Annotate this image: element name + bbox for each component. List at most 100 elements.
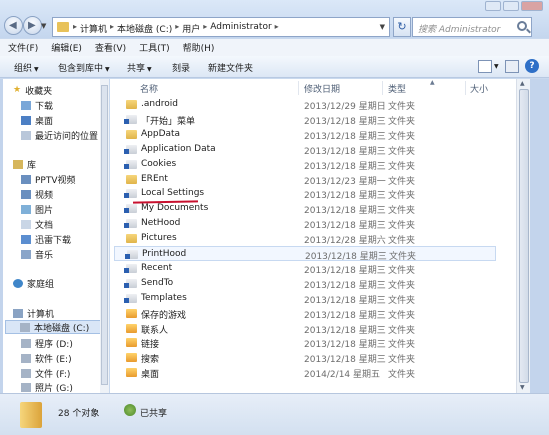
file-row[interactable]: 链接 2013/12/18 星期三 文件夹	[114, 335, 496, 350]
column-header-type[interactable]: 类型	[388, 82, 406, 95]
file-row[interactable]: PrintHood 2013/12/18 星期三 文件夹	[114, 246, 496, 262]
address-bar[interactable]: ▸ 计算机 ▸ 本地磁盘 (C:) ▸ 用户 ▸ Administrator ▸…	[52, 17, 390, 37]
folder-link-icon	[124, 293, 137, 303]
file-row[interactable]: My Documents 2013/12/18 星期三 文件夹	[114, 201, 496, 216]
drive-icon	[21, 338, 31, 348]
folder-icon	[126, 174, 137, 184]
nav-item-documents[interactable]: 文档	[21, 217, 53, 231]
column-header-name[interactable]: 名称	[140, 82, 158, 95]
nav-item-drive-g[interactable]: 照片 (G:)	[21, 380, 73, 394]
file-row[interactable]: AppData 2013/12/18 星期三 文件夹	[114, 127, 496, 142]
new-folder-button[interactable]: 新建文件夹	[208, 61, 253, 74]
nav-item-videos[interactable]: 视频	[21, 187, 53, 201]
file-row[interactable]: Application Data 2013/12/18 星期三 文件夹	[114, 142, 496, 157]
recent-pages-dropdown-icon[interactable]: ▼	[41, 22, 46, 30]
menu-tools[interactable]: 工具(T)	[139, 41, 170, 54]
file-row[interactable]: Cookies 2013/12/18 星期三 文件夹	[114, 157, 496, 172]
file-date: 2013/12/18 星期三	[304, 221, 386, 232]
menu-bar: 文件(F) 编辑(E) 查看(V) 工具(T) 帮助(H)	[0, 39, 549, 56]
folder-icon	[126, 100, 137, 109]
breadcrumb-computer[interactable]: 计算机	[80, 22, 107, 35]
file-list-scrollbar[interactable]: ▲ ▼	[516, 79, 530, 393]
breadcrumb: ▸ 计算机 ▸ 本地磁盘 (C:) ▸ 用户 ▸ Administrator ▸	[73, 22, 279, 35]
file-date: 2013/12/18 星期三	[304, 340, 386, 351]
nav-item-music[interactable]: 音乐	[21, 247, 53, 261]
menu-help[interactable]: 帮助(H)	[183, 41, 215, 54]
nav-item-desktop[interactable]: 桌面	[21, 113, 53, 127]
computer-header[interactable]: 计算机	[13, 306, 54, 320]
nav-item-drive-f[interactable]: 文件 (F:)	[21, 366, 70, 380]
back-button[interactable]: ◀	[4, 16, 23, 35]
nav-item-drive-d[interactable]: 程序 (D:)	[21, 336, 73, 350]
search-input[interactable]: 搜索 Administrator	[412, 17, 532, 37]
breadcrumb-drive-c[interactable]: 本地磁盘 (C:)	[117, 22, 172, 35]
file-row[interactable]: NetHood 2013/12/18 星期三 文件夹	[114, 216, 496, 231]
close-button[interactable]	[521, 1, 543, 11]
forward-button[interactable]: ▶	[23, 16, 42, 35]
menu-file[interactable]: 文件(F)	[8, 41, 38, 54]
command-toolbar: 组织 ▼ 包含到库中 ▼ 共享 ▼ 刻录 新建文件夹 ▼ ?	[0, 56, 549, 78]
file-row[interactable]: Local Settings 2013/12/18 星期三 文件夹	[114, 186, 496, 201]
maximize-button[interactable]	[503, 1, 519, 11]
nav-item-downloads[interactable]: 下载	[21, 98, 53, 112]
change-view-icon[interactable]	[478, 60, 492, 73]
search-icon[interactable]	[517, 21, 527, 31]
chevron-down-icon: ▼	[147, 66, 152, 73]
file-name: EREnt	[141, 173, 168, 184]
file-row[interactable]: .android 2013/12/29 星期日 文件夹	[114, 97, 496, 112]
file-row[interactable]: 联系人 2013/12/18 星期三 文件夹	[114, 321, 496, 336]
navigation-scrollbar[interactable]	[100, 79, 109, 393]
column-header-date[interactable]: 修改日期	[304, 82, 340, 95]
file-row[interactable]: Pictures 2013/12/28 星期六 文件夹	[114, 231, 496, 246]
file-type: 文件夹	[388, 206, 416, 217]
homegroup-header[interactable]: 家庭组	[13, 276, 54, 290]
menu-edit[interactable]: 编辑(E)	[51, 41, 82, 54]
file-name: .android	[141, 99, 179, 109]
scrollbar-thumb[interactable]	[519, 89, 529, 383]
minimize-button[interactable]	[485, 1, 501, 11]
file-name: 桌面	[141, 370, 160, 381]
nav-item-drive-c[interactable]: 本地磁盘 (C:)	[5, 320, 101, 334]
nav-item-thunder-downloads[interactable]: 迅雷下载	[21, 232, 71, 246]
nav-item-pictures[interactable]: 图片	[21, 202, 53, 216]
refresh-button[interactable]: ↻	[393, 17, 411, 37]
address-dropdown-icon[interactable]: ▼	[380, 23, 385, 31]
file-row[interactable]: Templates 2013/12/18 星期三 文件夹	[114, 291, 496, 306]
scroll-down-icon[interactable]: ▼	[520, 384, 525, 391]
file-row[interactable]: 「开始」菜单 2013/12/18 星期三 文件夹	[114, 112, 496, 127]
file-row[interactable]: Recent 2013/12/18 星期三 文件夹	[114, 261, 496, 276]
folder-special-icon	[126, 308, 137, 318]
folder-special-icon	[126, 368, 137, 378]
file-row[interactable]: EREnt 2013/12/23 星期一 文件夹	[114, 172, 496, 187]
share-button[interactable]: 共享 ▼	[127, 61, 152, 74]
view-options-chevron-icon[interactable]: ▼	[494, 63, 499, 70]
file-name: PrintHood	[142, 249, 187, 259]
breadcrumb-administrator[interactable]: Administrator	[210, 22, 271, 35]
scrollbar-thumb[interactable]	[101, 85, 108, 385]
help-icon[interactable]: ?	[525, 59, 539, 73]
breadcrumb-users[interactable]: 用户	[182, 22, 200, 35]
organize-button[interactable]: 组织 ▼	[14, 61, 39, 74]
file-type: 文件夹	[388, 355, 416, 366]
file-row[interactable]: 桌面 2014/2/14 星期五 文件夹	[114, 365, 496, 380]
burn-button[interactable]: 刻录	[172, 61, 190, 74]
include-in-library-button[interactable]: 包含到库中 ▼	[58, 61, 110, 74]
file-type: 文件夹	[388, 191, 416, 202]
window-controls	[485, 1, 543, 11]
nav-item-recent-places[interactable]: 最近访问的位置	[21, 128, 98, 142]
pictures-library-icon	[21, 204, 31, 214]
file-name: 保存的游戏	[141, 310, 187, 321]
favorites-header[interactable]: ★ 收藏夹	[13, 83, 52, 97]
file-row[interactable]: 保存的游戏 2013/12/18 星期三 文件夹	[114, 306, 496, 321]
nav-item-drive-e[interactable]: 软件 (E:)	[21, 351, 72, 365]
libraries-header[interactable]: 库	[13, 157, 36, 171]
preview-pane-icon[interactable]	[505, 60, 519, 73]
download-library-icon	[21, 234, 31, 244]
scroll-up-icon[interactable]: ▲	[520, 80, 525, 87]
file-row[interactable]: 搜索 2013/12/18 星期三 文件夹	[114, 350, 496, 365]
nav-item-pptv-video[interactable]: PPTV视频	[21, 172, 76, 186]
file-row[interactable]: SendTo 2013/12/18 星期三 文件夹	[114, 276, 496, 291]
folder-link-icon	[124, 144, 137, 154]
column-header-size[interactable]: 大小	[470, 82, 488, 95]
menu-view[interactable]: 查看(V)	[95, 41, 126, 54]
